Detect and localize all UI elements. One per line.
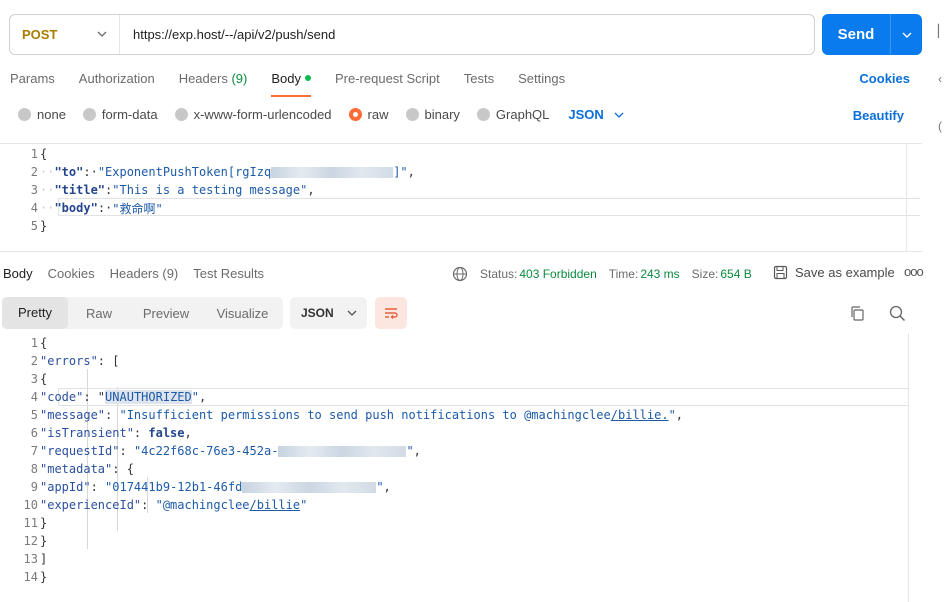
view-raw[interactable]: Raw [68, 306, 130, 321]
view-preview[interactable]: Preview [130, 306, 202, 321]
more-options-icon[interactable]: ooo [904, 264, 924, 279]
view-pretty[interactable]: Pretty [2, 297, 68, 329]
save-as-example-button[interactable]: Save as example [773, 265, 895, 280]
tab-response-cookies[interactable]: Cookies [48, 266, 95, 281]
tab-response-body[interactable]: Body [3, 266, 33, 281]
code-line: 1 { [30, 336, 48, 350]
send-options-button[interactable] [890, 14, 922, 55]
radio-graphql[interactable]: GraphQL [476, 107, 549, 122]
panel-edge-icon[interactable]: ▏ [938, 24, 948, 38]
tab-test-results[interactable]: Test Results [193, 266, 264, 281]
tab-tests[interactable]: Tests [464, 71, 494, 87]
radio-icon [82, 108, 96, 121]
redacted-id [278, 445, 407, 457]
code-line: 3 { [30, 372, 48, 386]
response-body-viewer[interactable]: 1 { 2 "errors": [ 3 { 4 "code": " UNAUTHO… [0, 333, 922, 602]
request-tabs: Params Authorization Headers (9) Body Pr… [10, 71, 589, 97]
editor-scrollbar[interactable] [906, 144, 922, 251]
code-line: 12 } [23, 534, 48, 548]
code-line: 10 "experienceId": "@machingclee/billie " [23, 498, 308, 512]
radio-none[interactable]: none [18, 107, 66, 122]
code-line: 2 ·· "to":· "ExponentPushToken[rgIzq]", [30, 165, 415, 179]
cursor-line [58, 198, 920, 216]
radio-binary[interactable]: binary [405, 107, 460, 122]
chevron-down-icon [97, 31, 107, 37]
tab-authorization[interactable]: Authorization [79, 71, 155, 87]
tab-response-headers[interactable]: Headers (9) [110, 266, 179, 281]
search-icon[interactable] [889, 305, 906, 322]
radio-raw[interactable]: raw [348, 107, 389, 122]
radio-urlencoded[interactable]: x-www-form-urlencoded [174, 107, 332, 122]
code-line: 6 "isTransient": false, [30, 426, 192, 440]
response-scrollbar[interactable] [908, 333, 922, 602]
code-line: 1 { [30, 147, 48, 161]
code-line: 9 "appId": "017441b9-12b1-46fd ", [30, 480, 391, 494]
redacted-id [242, 481, 377, 493]
copy-icon[interactable] [849, 305, 866, 322]
chevron-down-icon [347, 310, 357, 316]
time-value[interactable]: 243 ms [640, 267, 679, 281]
beautify-button[interactable]: Beautify [853, 108, 904, 123]
body-type-selector: none form-data x-www-form-urlencoded raw… [18, 107, 624, 122]
method-select[interactable]: POST [10, 15, 120, 54]
code-line: 13 ] [23, 552, 48, 566]
panel-edge-icon[interactable]: ‹ [938, 72, 948, 86]
code-line: 7 "requestId": "4c22f68c-76e3-452a- ", [30, 444, 421, 458]
response-status: Status: 403 Forbidden Time: 243 ms Size:… [452, 266, 754, 282]
code-line: 4 ·· "body":· "救命啊" [30, 201, 163, 216]
modified-dot-icon [304, 75, 311, 81]
response-tabs: Body Cookies Headers (9) Test Results [3, 266, 279, 281]
wrap-lines-button[interactable] [375, 297, 407, 329]
save-icon [773, 265, 788, 280]
response-format-select[interactable]: JSON [290, 297, 367, 329]
globe-icon[interactable] [452, 266, 468, 282]
panel-edge-icon[interactable]: ( [938, 119, 948, 133]
url-input[interactable]: https://exp.host/--/api/v2/push/send [120, 27, 335, 42]
code-line: 4 "code": " UNAUTHORIZED ", [30, 390, 207, 404]
code-line: 14 } [23, 570, 48, 584]
code-line: 5 } [30, 219, 48, 233]
wrap-icon [385, 308, 398, 319]
request-url-bar: POST https://exp.host/--/api/v2/push/sen… [9, 14, 815, 55]
code-line: 8 "metadata": { [30, 462, 134, 476]
radio-icon [174, 108, 188, 121]
body-format-select[interactable]: JSON [568, 107, 624, 122]
send-label: Send [837, 26, 875, 43]
tab-settings[interactable]: Settings [518, 71, 565, 87]
size-value[interactable]: 654 B [720, 267, 751, 281]
tab-params[interactable]: Params [10, 71, 55, 87]
view-mode-selector: Pretty Raw Preview Visualize [2, 297, 283, 329]
view-visualize[interactable]: Visualize [202, 306, 283, 321]
code-line: 11 } [23, 516, 48, 530]
radio-form-data[interactable]: form-data [82, 107, 158, 122]
radio-selected-icon [348, 108, 362, 121]
method-label: POST [22, 27, 58, 42]
tab-body[interactable]: Body [271, 71, 311, 97]
chevron-down-icon [902, 32, 911, 38]
radio-icon [405, 108, 419, 121]
code-line: 3 ·· "title": "This is a testing message", [30, 183, 315, 197]
chevron-down-icon [614, 112, 624, 118]
status-value[interactable]: 403 Forbidden [519, 267, 596, 281]
cookies-link[interactable]: Cookies [859, 71, 910, 86]
send-button[interactable]: Send [822, 14, 922, 55]
code-line: 5 "message": "Insufficient permissions t… [30, 408, 684, 422]
tab-pre-request-script[interactable]: Pre-request Script [335, 71, 440, 87]
tab-headers[interactable]: Headers (9) [179, 71, 248, 87]
request-body-editor[interactable]: 1 { 2 ·· "to":· "ExponentPushToken[rgIzq]"… [0, 143, 922, 252]
code-line: 2 "errors": [ [30, 354, 120, 368]
radio-icon [476, 108, 490, 121]
radio-icon [18, 108, 31, 121]
redacted-token [271, 166, 394, 178]
